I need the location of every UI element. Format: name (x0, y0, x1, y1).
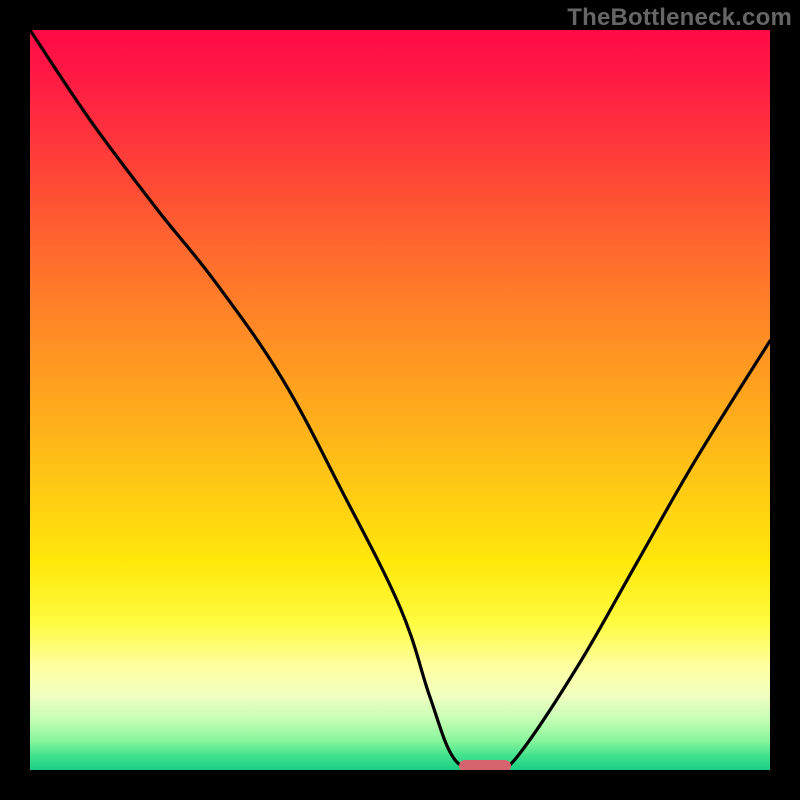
chart-frame: TheBottleneck.com (0, 0, 800, 800)
optimal-range-marker (459, 760, 511, 770)
attribution-label: TheBottleneck.com (567, 4, 792, 32)
bottleneck-curve (30, 30, 770, 770)
plot-area (30, 30, 770, 770)
